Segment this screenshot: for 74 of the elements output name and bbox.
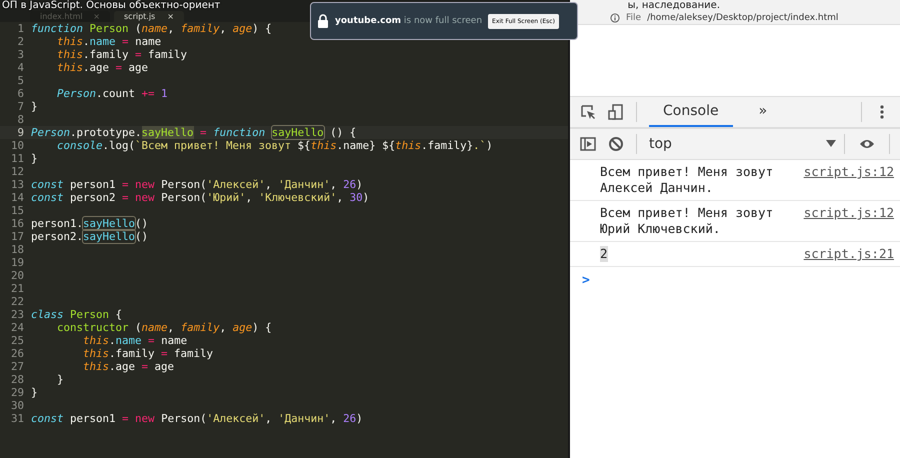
source-link[interactable]: script.js:21 (804, 246, 894, 262)
address-field[interactable]: /home/aleksey/Desktop/project/index.html (647, 13, 838, 23)
code-line: this.age = age (82, 360, 174, 373)
line-number: 3 (16, 48, 24, 61)
line-number: 4 (16, 61, 24, 74)
line-number: 28 (10, 373, 24, 386)
line-number: 16 (10, 217, 24, 230)
console-message: 2 (600, 246, 608, 262)
line-number: 23 (10, 308, 24, 321)
line-number: 15 (10, 204, 24, 217)
code-line: const person1 = new Person('Алексей', 'Данчин', 26) (31, 412, 363, 425)
source-link[interactable]: script.js:12 (804, 205, 894, 237)
line-number: 31 (10, 412, 24, 425)
code-line: this.age = age (56, 61, 148, 74)
line-number: 5 (16, 74, 24, 87)
line-number: 17 (10, 230, 24, 243)
code-line: console.log(`Всем привет! Меня зовут ${this.name} ${this.family}.`) (56, 139, 493, 152)
code-line: this.name = name (56, 35, 162, 48)
line-number: 21 (10, 282, 24, 295)
console-prompt[interactable]: > (570, 267, 900, 294)
line-number: 13 (10, 178, 24, 191)
line-number: 25 (10, 334, 24, 347)
code-line: const person2 = new Person('Юрий', 'Ключевский', 30) (31, 191, 370, 204)
code-line: const person1 = new Person('Алексей', 'Данчин', 26) (31, 178, 363, 191)
line-number: 9 (16, 126, 24, 139)
code-line: } (31, 152, 38, 165)
console-message: Всем привет! Меня зовут Алексей Данчин. (600, 164, 774, 196)
code-line: function Person (name, family, age) { (31, 22, 272, 35)
line-number: 8 (16, 113, 24, 126)
code-line: this.family = family (82, 347, 214, 360)
line-number: 27 (10, 360, 24, 373)
video-title: ы, наследование. (628, 0, 720, 11)
line-number: 11 (10, 152, 24, 165)
line-number: 6 (16, 87, 24, 100)
devtools-tab[interactable]: » (744, 97, 782, 127)
code-line: this.name = name (82, 334, 188, 347)
line-number: 19 (10, 256, 24, 269)
caret-icon (826, 140, 836, 148)
line-number: 20 (10, 269, 24, 282)
line-number: 10 (10, 139, 24, 152)
code-line: } (31, 386, 38, 399)
notice-text: youtube.com is now full screen (335, 16, 482, 26)
code-line: } (56, 373, 64, 386)
line-number: 24 (10, 321, 24, 334)
line-number: 22 (10, 295, 24, 308)
sidebar-icon[interactable] (580, 136, 596, 152)
line-number: 26 (10, 347, 24, 360)
scheme-label: File (626, 13, 642, 23)
line-number: 18 (10, 243, 24, 256)
clear-icon[interactable] (608, 136, 624, 152)
code-line: } (31, 100, 38, 113)
code-line: class Person { (31, 308, 122, 321)
code-line: person2.sayHello() (31, 230, 148, 243)
line-number: 14 (10, 191, 24, 204)
editor-tab[interactable]: script.js × (114, 11, 184, 22)
code-line: Person.prototype.sayHello = function sayHello () { (31, 126, 356, 139)
code-line: Person.count += 1 (56, 87, 168, 100)
line-number: 1 (16, 22, 24, 35)
device-icon[interactable] (608, 104, 624, 120)
line-number: 30 (10, 399, 24, 412)
lock-icon (317, 14, 329, 28)
line-number: 12 (10, 165, 24, 178)
video-title: ОП в JavaScript. Основы объектно-ориент (2, 0, 220, 11)
code-line: constructor (name, family, age) { (56, 321, 272, 334)
inspect-icon[interactable] (580, 104, 596, 120)
source-link[interactable]: script.js:12 (804, 164, 894, 196)
line-number: 2 (16, 35, 24, 48)
info-icon[interactable] (610, 13, 620, 23)
line-number: 29 (10, 386, 24, 399)
close-icon[interactable]: × (167, 12, 174, 21)
line-number: 7 (16, 100, 24, 113)
code-line: this.family = family (56, 48, 188, 61)
console-message: Всем привет! Меня зовут Юрий Ключевский. (600, 205, 774, 237)
code-line: person1.sayHello() (31, 217, 148, 230)
